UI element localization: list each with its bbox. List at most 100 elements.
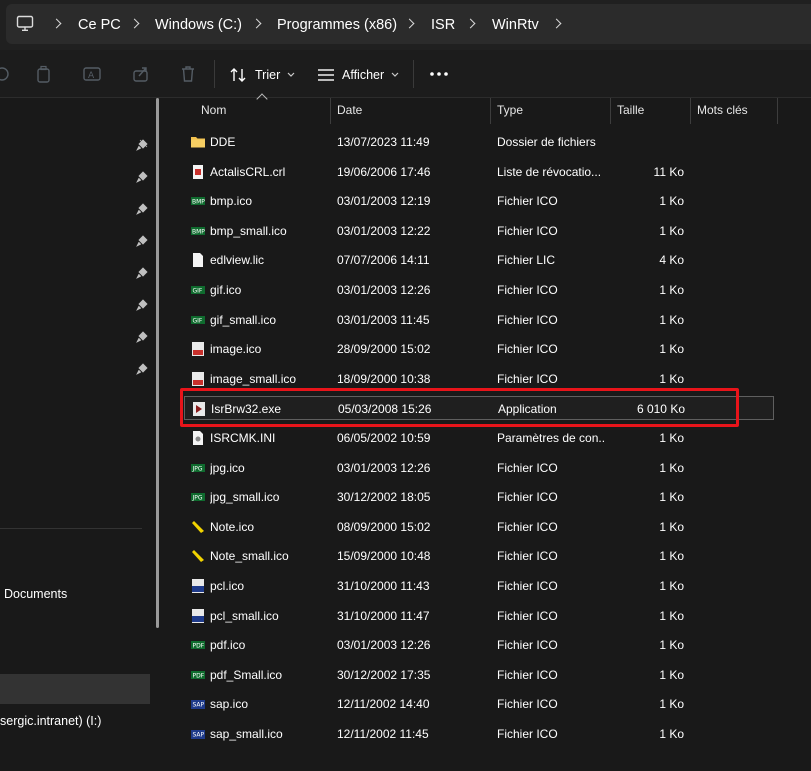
column-divider[interactable]: [777, 98, 778, 124]
file-type: Fichier ICO: [497, 283, 558, 297]
breadcrumb-winrtv[interactable]: WinRtv: [492, 17, 539, 33]
file-row[interactable]: pcl_small.ico 31/10/2000 11:47 Fichier ICO…: [184, 604, 774, 628]
pin-icon[interactable]: [135, 170, 149, 184]
pin-icon[interactable]: [135, 234, 149, 248]
nav-item-selected[interactable]: [0, 674, 150, 704]
file-date: 08/09/2000 15:02: [337, 519, 431, 534]
monitor-icon[interactable]: [16, 15, 34, 32]
file-date: 30/12/2002 18:05: [337, 490, 431, 505]
svg-text:JPG: JPG: [192, 495, 203, 502]
delete-icon[interactable]: [178, 64, 198, 84]
chevron-right-icon[interactable]: [52, 14, 62, 34]
file-type: Dossier de fichiers: [497, 135, 596, 149]
file-row[interactable]: pcl.ico 31/10/2000 11:43 Fichier ICO 1 Ko: [184, 574, 774, 598]
svg-text:BMP: BMP: [192, 228, 205, 235]
view-button[interactable]: Afficher: [317, 64, 400, 86]
file-row[interactable]: PDF pdf.ico 03/01/2003 12:26 Fichier ICO 1 K…: [184, 633, 774, 657]
file-size: 1 Ko: [659, 194, 684, 209]
copy-icon[interactable]: [34, 64, 54, 84]
file-name: gif_small.ico: [210, 312, 277, 327]
more-dots-icon[interactable]: [429, 70, 449, 78]
file-type: Fichier ICO: [497, 223, 558, 238]
pin-icon[interactable]: [135, 202, 149, 216]
file-name: ActalisCRL.crl: [210, 164, 286, 179]
chevron-right-icon[interactable]: [405, 14, 415, 34]
column-header-type[interactable]: Type: [497, 103, 523, 117]
file-row[interactable]: DDE 13/07/2023 11:49 Dossier de fichiers: [184, 130, 774, 154]
chevron-right-icon[interactable]: [466, 14, 476, 34]
file-date: 06/05/2002 10:59: [337, 431, 431, 445]
file-name: DDE: [210, 135, 236, 149]
cut-icon[interactable]: [0, 64, 14, 84]
toolbar-separator: [413, 60, 414, 88]
sort-button[interactable]: Trier: [230, 64, 296, 86]
file-type: Fichier ICO: [497, 667, 558, 682]
pin-icon[interactable]: [135, 266, 149, 280]
file-row[interactable]: SAP sap.ico 12/11/2002 14:40 Fichier ICO 1 K…: [184, 692, 774, 716]
pin-icon[interactable]: [135, 362, 149, 376]
file-date: 15/09/2000 10:48: [337, 549, 431, 564]
file-size: 1 Ko: [659, 460, 684, 475]
file-row[interactable]: PDF pdf_Small.ico 30/12/2002 17:35 Fichier …: [184, 663, 774, 687]
sap-icon: SAP: [190, 726, 206, 742]
file-row[interactable]: BMP bmp_small.ico 03/01/2003 12:22 Fichier …: [184, 219, 774, 243]
file-row[interactable]: Note.ico 08/09/2000 15:02 Fichier ICO 1 Ko: [184, 515, 774, 539]
file-row[interactable]: GIF gif_small.ico 03/01/2003 11:45 Fichier …: [184, 308, 774, 332]
breadcrumb-isr[interactable]: ISR: [431, 17, 455, 33]
file-type: Liste de révocatio...: [497, 164, 602, 179]
file-row[interactable]: BMP bmp.ico 03/01/2003 12:19 Fichier ICO 1 K…: [184, 189, 774, 213]
file-type: Fichier ICO: [497, 727, 558, 741]
file-name: gif.ico: [210, 283, 242, 297]
pin-icon[interactable]: [135, 330, 149, 344]
file-type: Fichier ICO: [497, 638, 558, 653]
file-date: 12/11/2002 11:45: [337, 727, 429, 741]
gif-icon: GIF: [190, 312, 206, 328]
breadcrumb-ce-pc[interactable]: Ce PC: [78, 17, 121, 33]
note-icon: [190, 519, 206, 535]
chevron-right-icon[interactable]: [552, 14, 562, 34]
svg-text:BMP: BMP: [192, 199, 205, 206]
column-divider[interactable]: [490, 98, 491, 124]
breadcrumb-windows-c[interactable]: Windows (C:): [155, 17, 242, 33]
column-divider[interactable]: [690, 98, 691, 124]
file-type: Fichier ICO: [497, 579, 558, 593]
file-type: Fichier ICO: [497, 608, 558, 623]
pdf-icon: PDF: [190, 667, 206, 683]
file-row[interactable]: ISRCMK.INI 06/05/2002 10:59 Paramètres de …: [184, 426, 774, 450]
file-list: DDE 13/07/2023 11:49 Dossier de fichiers Ac…: [170, 124, 811, 771]
svg-text:SAP: SAP: [193, 702, 205, 709]
pdf-icon: PDF: [190, 637, 206, 653]
file-row[interactable]: GIF gif.ico 03/01/2003 12:26 Fichier ICO 1 K…: [184, 278, 774, 302]
column-header-name[interactable]: Nom: [201, 103, 226, 117]
file-row[interactable]: SAP sap_small.ico 12/11/2002 11:45 Fichier …: [184, 722, 774, 746]
file-size: 1 Ko: [659, 371, 684, 386]
column-header-date[interactable]: Date: [337, 103, 362, 117]
pin-icon[interactable]: [135, 138, 149, 152]
nav-item-documents[interactable]: Documents: [4, 587, 67, 601]
file-row[interactable]: ActalisCRL.crl 19/06/2006 17:46 Liste de r…: [184, 160, 774, 184]
file-row[interactable]: edlview.lic 07/07/2006 14:11 Fichier LIC 4 …: [184, 248, 774, 272]
column-divider[interactable]: [610, 98, 611, 124]
file-name: sap_small.ico: [210, 727, 283, 741]
file-name: jpg_small.ico: [210, 490, 280, 505]
file-row[interactable]: image.ico 28/09/2000 15:02 Fichier ICO 1 Ko: [184, 337, 774, 361]
file-row[interactable]: JPG jpg.ico 03/01/2003 12:26 Fichier ICO 1 K…: [184, 456, 774, 480]
file-row[interactable]: JPG jpg_small.ico 30/12/2002 18:05 Fichier …: [184, 485, 774, 509]
gif-icon: GIF: [190, 282, 206, 298]
column-header-tags[interactable]: Mots clés: [697, 103, 748, 117]
file-name: ISRCMK.INI: [210, 431, 276, 445]
column-header-size[interactable]: Taille: [617, 103, 644, 117]
column-divider[interactable]: [330, 98, 331, 124]
nav-item-network-drive[interactable]: sergic.intranet) (I:): [0, 714, 101, 728]
file-size: 4 Ko: [659, 253, 684, 268]
chevron-right-icon[interactable]: [130, 14, 140, 34]
nav-scrollbar[interactable]: [156, 98, 159, 628]
share-icon[interactable]: [131, 64, 151, 84]
image-file-icon: [190, 341, 206, 357]
chevron-right-icon[interactable]: [252, 14, 262, 34]
bmp-icon: BMP: [190, 223, 206, 239]
breadcrumb-programmes-x86[interactable]: Programmes (x86): [277, 17, 397, 33]
rename-icon[interactable]: A: [82, 64, 102, 84]
pin-icon[interactable]: [135, 298, 149, 312]
file-row[interactable]: Note_small.ico 15/09/2000 10:48 Fichier IC…: [184, 544, 774, 568]
